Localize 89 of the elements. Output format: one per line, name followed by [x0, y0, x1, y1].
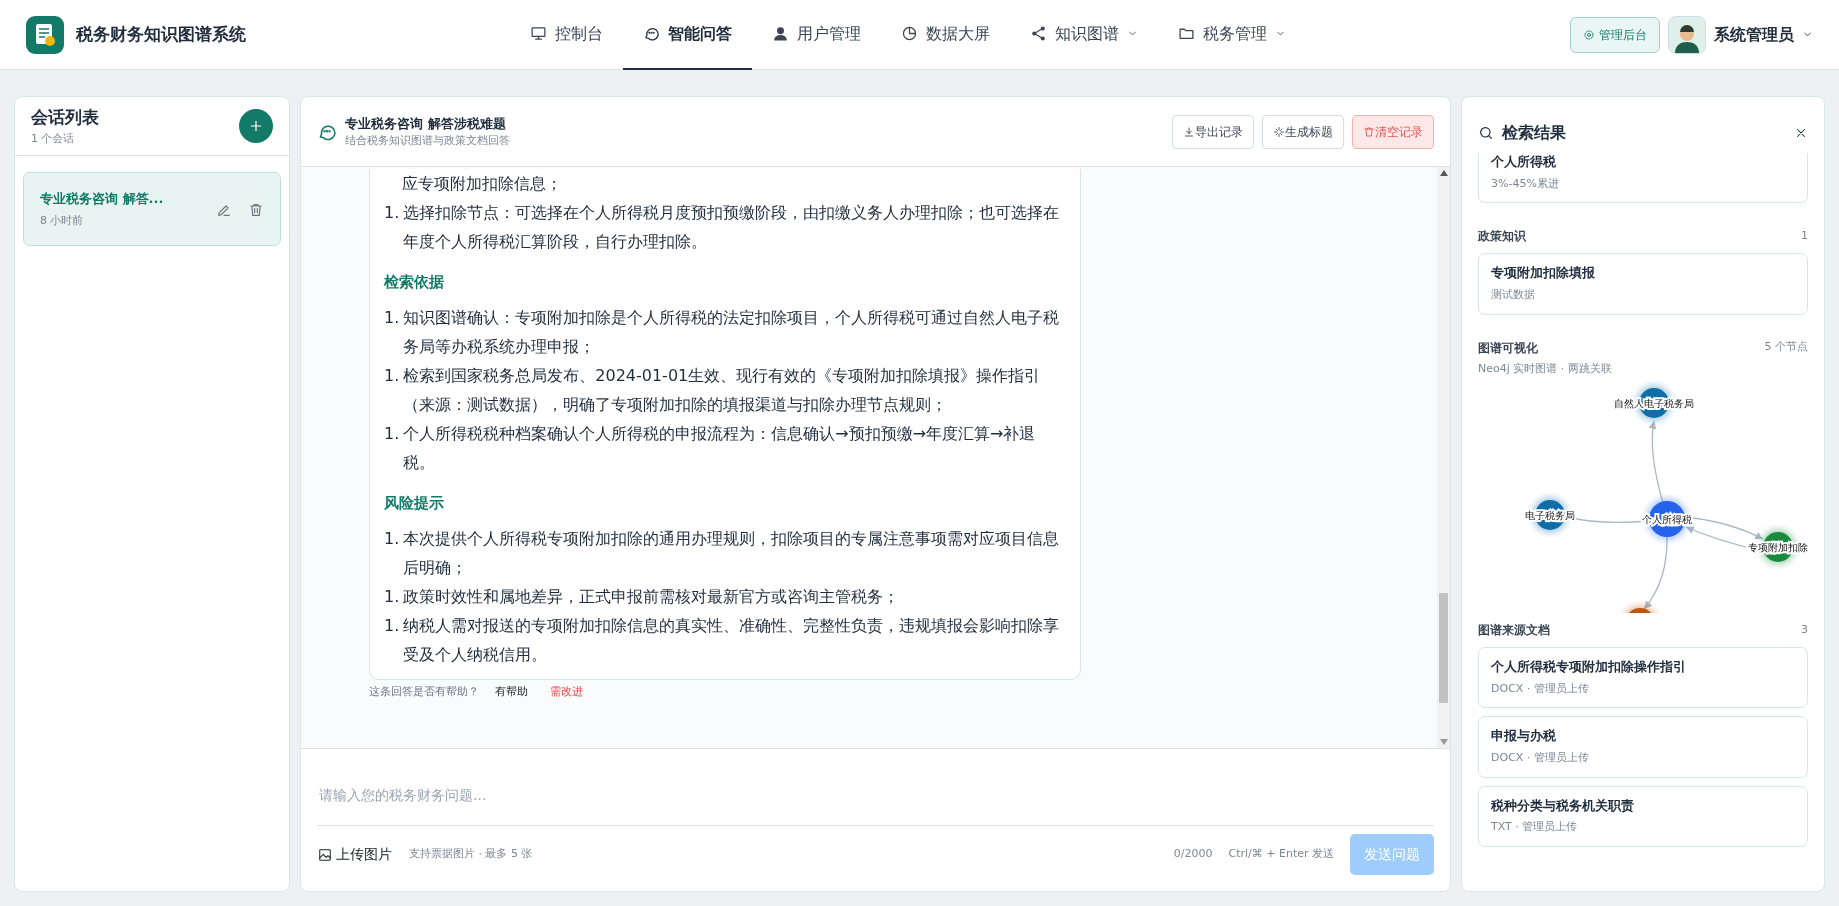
section-count: 1 [1801, 228, 1808, 244]
list-marker: 1. [384, 202, 400, 225]
improve-link[interactable]: 需改进 [550, 684, 583, 701]
result-card[interactable]: 专项附加扣除填报 测试数据 [1478, 253, 1808, 315]
nav-tab[interactable]: 数据大屏 [881, 0, 1010, 70]
trash-icon [1363, 125, 1375, 138]
list-item-text: 政策时效性和属地差异，正式申报前需核对最新官方或咨询主管税务； [403, 586, 900, 609]
card-subtitle: TXT · 管理员上传 [1491, 819, 1579, 836]
card-subtitle: 3%-45%累进 [1491, 175, 1560, 192]
list-marker: 1. [384, 586, 400, 609]
card-title: 申报与办税 [1491, 727, 1557, 746]
download-icon [1183, 125, 1195, 138]
graph-subtitle: Neo4j 实时图谱 · 两跳关联 [1478, 360, 1613, 377]
app-title: 税务财务知识图谱系统 [76, 22, 246, 46]
user-name: 系统管理员 [1714, 23, 1794, 46]
card-title: 税种分类与税务机关职责 [1491, 796, 1635, 815]
section-title: 政策知识 [1478, 228, 1526, 246]
panel-title: 检索结果 [1502, 122, 1567, 144]
list-marker: 1. [384, 615, 400, 638]
section-title: 图谱来源文档 [1478, 622, 1550, 639]
section-title: 图谱可视化 [1478, 339, 1538, 357]
chat-icon [317, 122, 337, 142]
card-title: 个人所得税 [1491, 153, 1557, 171]
list-item-text: 知识图谱确认：专项附加扣除是个人所得税的法定扣除项目，个人所得税可通过自然人电子税务局等办税系统办理申报； [403, 307, 1061, 359]
result-card[interactable]: 税种分类与税务机关职责 TXT · 管理员上传 [1478, 785, 1808, 847]
list-marker: 1. [384, 307, 400, 330]
chat-title: 专业税务咨询 解答涉税难题 [345, 114, 507, 133]
admin-button[interactable]: 管理后台 [1570, 16, 1660, 53]
export-button[interactable]: 导出记录 [1172, 114, 1254, 149]
list-item-text: 本次提供个人所得税专项附加扣除的通用办理规则，扣除项目的专属注意事项需对应项目信息后明确； [403, 528, 1061, 580]
list-marker: 1. [384, 528, 400, 551]
close-icon[interactable] [1794, 126, 1808, 140]
graph-node[interactable] [1622, 605, 1658, 613]
panel-title: 会话列表 [31, 106, 99, 129]
add-button[interactable] [239, 109, 273, 143]
scroll-thumb[interactable] [1439, 592, 1448, 703]
section-heading: 检索依据 [384, 272, 445, 294]
card-title: 个人所得税专项附加扣除操作指引 [1491, 658, 1687, 676]
chat-icon [643, 25, 660, 42]
card-subtitle: DOCX · 管理员上传 [1491, 680, 1590, 697]
session-time: 8 小时前 [40, 212, 85, 229]
upload-image-button[interactable]: 上传图片 [317, 843, 393, 866]
result-card[interactable]: 申报与办税 DOCX · 管理员上传 [1478, 716, 1808, 778]
helpful-link[interactable]: 有帮助 [495, 684, 528, 701]
section-count: 3 [1801, 621, 1808, 638]
card-subtitle: 测试数据 [1491, 287, 1536, 303]
plus-icon [248, 118, 264, 134]
nav-tab[interactable]: 知识图谱 [1010, 0, 1158, 70]
generate-button[interactable]: 生成标题 [1262, 114, 1344, 149]
section-count: 5 个节点 [1764, 339, 1808, 356]
monitor-icon [530, 25, 547, 42]
result-card[interactable]: 个人所得税 3%-45%累进 [1478, 153, 1808, 204]
user-menu[interactable]: 系统管理员 [1668, 15, 1813, 54]
result-card[interactable]: 个人所得税专项附加扣除操作指引 DOCX · 管理员上传 [1478, 647, 1808, 709]
logo-icon [26, 15, 64, 54]
nav-tab[interactable]: 税务管理 [1158, 0, 1306, 70]
card-subtitle: DOCX · 管理员上传 [1491, 750, 1590, 766]
user-icon [772, 25, 789, 42]
image-icon [318, 847, 332, 862]
feedback-question: 这条回答是否有帮助？ [369, 684, 479, 701]
session-title: 专业税务咨询 解答... [40, 190, 165, 208]
share-icon [1030, 25, 1047, 42]
card-title: 专项附加扣除填报 [1491, 264, 1596, 283]
list-item-text: 纳税人需对报送的专项附加扣除信息的真实性、准确性、完整性负责，违规填报会影响扣除享受及个人纳税信用。 [403, 615, 1061, 667]
chat-subtitle: 结合税务知识图谱与政策文档回答 [345, 133, 511, 150]
list-marker: 1. [384, 365, 400, 388]
section-heading: 风险提示 [384, 493, 445, 515]
list-item-text: 应专项附加扣除信息； [401, 173, 563, 196]
trash-icon[interactable] [248, 201, 264, 218]
scrollbar[interactable] [1437, 167, 1450, 748]
scroll-up-icon[interactable] [1439, 170, 1448, 177]
list-item-text: 检索到国家税务总局发布、2024-01-01生效、现行有效的《专项附加扣除填报》操作指引（来源：测试数据），明确了专项附加扣除的填报渠道与扣除办理节点规则； [403, 365, 1042, 417]
search-icon [1478, 125, 1494, 141]
shortcut-hint: Ctrl/⌘ + Enter 发送 [1228, 846, 1334, 863]
list-item-text: 个人所得税税种档案确认个人所得税的申报流程为：信息确认→预扣预缴→年度汇算→补退税。 [403, 423, 1037, 475]
list-item-text: 选择扣除节点：可选择在个人所得税月度预扣预缴阶段，由扣缴义务人办理扣除；也可选择在年度个人所得税汇算阶段，自行办理扣除。 [403, 202, 1061, 254]
nav-tab[interactable]: 控制台 [510, 0, 623, 70]
sparkle-icon [1273, 125, 1285, 138]
char-counter: 0/2000 [1173, 846, 1213, 863]
session-item[interactable]: 专业税务咨询 解答... 8 小时前 [23, 172, 281, 246]
list-marker: 1. [384, 423, 400, 446]
gear-icon [1583, 28, 1595, 41]
nav-tab[interactable]: 用户管理 [752, 0, 881, 70]
nav-tab[interactable]: 智能问答 [623, 0, 752, 70]
pie-chart-icon [901, 25, 918, 42]
node-label: 电子税务局 [1525, 510, 1575, 521]
avatar-icon [1668, 15, 1706, 54]
session-count: 1 个会话 [31, 130, 76, 147]
upload-hint: 支持票据图片 · 最多 5 张 [409, 846, 534, 863]
